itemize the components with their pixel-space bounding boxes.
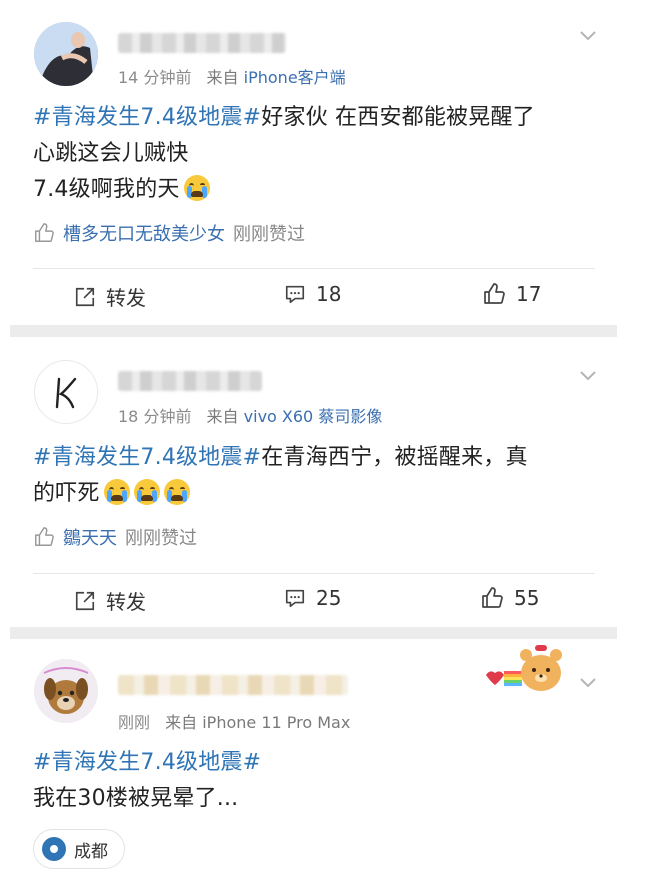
thumbs-up-icon <box>35 223 54 242</box>
weibo-post-3: 刚刚 来自 iPhone 11 Pro Max #青海发生7.4级地震# 我在3… <box>0 639 665 887</box>
action-bar: 转发 25 55 <box>0 586 620 616</box>
thumbs-up-icon <box>482 587 503 608</box>
avatar[interactable] <box>34 659 98 723</box>
blurred-username[interactable] <box>118 675 348 695</box>
comment-count: 25 <box>316 586 342 610</box>
post-text: #青海发生7.4级地震#在青海西宁，被摇醒来，真 的吓死 <box>33 440 625 512</box>
repost-button[interactable]: 转发 <box>74 586 146 615</box>
liked-by-user[interactable]: 槽多无口无敌美少女 <box>63 220 225 246</box>
post-body-line: 的吓死 <box>33 481 100 506</box>
liked-by-row: 鶵天天 刚刚赞过 <box>33 524 197 550</box>
divider <box>33 573 595 574</box>
crying-face-emoji <box>103 479 130 505</box>
chevron-down-icon[interactable] <box>579 366 597 384</box>
like-button[interactable]: 55 <box>480 586 539 610</box>
repost-label: 转发 <box>106 286 146 310</box>
comment-icon <box>285 285 305 304</box>
blurred-username[interactable] <box>118 371 262 391</box>
like-button[interactable]: 17 <box>482 282 541 306</box>
blurred-username[interactable] <box>118 33 286 53</box>
sticker-decoration <box>484 645 572 697</box>
action-bar: 转发 18 17 <box>0 282 620 312</box>
post-body-line: 在青海西宁，被摇醒来，真 <box>261 445 528 470</box>
post-source[interactable]: iPhone客户端 <box>244 68 346 87</box>
post-text: #青海发生7.4级地震# 我在30楼被晃晕了... <box>33 745 625 817</box>
location-pin-icon <box>42 837 66 861</box>
comment-icon <box>285 589 305 608</box>
comment-count: 18 <box>316 282 342 306</box>
share-icon <box>75 287 95 306</box>
comment-button[interactable]: 18 <box>284 282 341 306</box>
post-meta: 14 分钟前 来自 iPhone客户端 <box>118 64 346 88</box>
post-body-line: 好家伙 在西安都能被晃醒了 <box>261 105 535 130</box>
avatar-image <box>34 22 98 86</box>
crying-face-emoji <box>183 175 210 201</box>
hashtag-link[interactable]: #青海发生7.4级地震# <box>33 105 261 130</box>
source-prefix: 来自 <box>206 68 239 87</box>
hashtag-link[interactable]: #青海发生7.4级地震# <box>33 750 261 775</box>
comment-button[interactable]: 25 <box>284 586 341 610</box>
repost-button[interactable]: 转发 <box>74 282 146 311</box>
location-label: 成都 <box>74 841 108 862</box>
avatar[interactable] <box>34 22 98 86</box>
thumbs-up-icon <box>35 527 54 546</box>
liked-by-row: 槽多无口无敌美少女 刚刚赞过 <box>33 220 305 246</box>
crying-face-emoji <box>133 479 160 505</box>
thumbs-up-icon <box>484 283 505 304</box>
post-separator <box>10 627 617 639</box>
post-body-line: 心跳这会儿贼快 <box>33 141 189 166</box>
source-prefix: 来自 <box>206 407 239 426</box>
chevron-down-icon[interactable] <box>579 26 597 44</box>
post-source[interactable]: iPhone 11 Pro Max <box>202 713 350 732</box>
like-count: 17 <box>516 282 542 306</box>
avatar[interactable] <box>34 360 98 424</box>
post-time: 14 分钟前 <box>118 68 192 87</box>
source-prefix: 来自 <box>165 713 198 732</box>
liked-text: 刚刚赞过 <box>125 528 197 549</box>
weibo-post-2: 18 分钟前 来自 vivo X60 蔡司影像 #青海发生7.4级地震#在青海西… <box>0 337 665 627</box>
post-text: #青海发生7.4级地震#好家伙 在西安都能被晃醒了 心跳这会儿贼快 7.4级啊我… <box>33 100 625 208</box>
like-count: 55 <box>514 586 540 610</box>
share-icon <box>75 591 95 610</box>
avatar-image <box>36 362 97 423</box>
post-meta: 刚刚 来自 iPhone 11 Pro Max <box>118 709 350 733</box>
liked-text: 刚刚赞过 <box>233 224 305 245</box>
post-separator <box>10 325 617 337</box>
post-source[interactable]: vivo X60 蔡司影像 <box>244 407 383 426</box>
repost-label: 转发 <box>106 590 146 614</box>
post-body-line: 7.4级啊我的天 <box>33 177 180 202</box>
weibo-post-1: 14 分钟前 来自 iPhone客户端 #青海发生7.4级地震#好家伙 在西安都… <box>0 0 665 325</box>
location-tag[interactable]: 成都 <box>33 829 125 869</box>
post-time: 18 分钟前 <box>118 407 192 426</box>
avatar-image <box>34 659 98 723</box>
post-body-line: 我在30楼被晃晕了... <box>33 786 239 811</box>
hashtag-link[interactable]: #青海发生7.4级地震# <box>33 445 261 470</box>
post-meta: 18 分钟前 来自 vivo X60 蔡司影像 <box>118 403 382 427</box>
chevron-down-icon[interactable] <box>579 673 597 691</box>
liked-by-user[interactable]: 鶵天天 <box>63 524 117 550</box>
divider <box>33 268 595 269</box>
bear-sticker-icon <box>486 645 562 691</box>
post-time: 刚刚 <box>118 713 151 732</box>
crying-face-emoji <box>163 479 190 505</box>
